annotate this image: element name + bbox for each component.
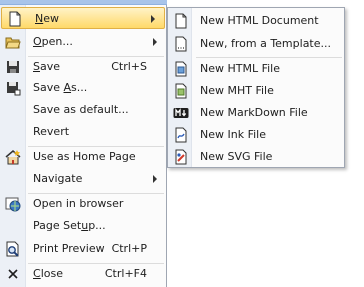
menu-item-print-preview[interactable]: Print Preview Ctrl+P xyxy=(0,238,166,260)
close-x-icon xyxy=(8,269,18,279)
menu-item-open[interactable]: Open... xyxy=(0,31,166,53)
menu-item-page-setup[interactable]: Page Setup... xyxy=(0,215,166,237)
submenu-arrow xyxy=(153,175,157,183)
submenu-arrow xyxy=(153,38,157,46)
ink-file-icon xyxy=(175,127,187,143)
open-folder-icon xyxy=(5,37,21,49)
submenu-item-new-mht-file[interactable]: New MHT File xyxy=(168,80,344,102)
submenu-item-new-from-template[interactable]: New, from a Template... xyxy=(168,33,344,55)
template-page-icon xyxy=(175,36,187,52)
blank-page-icon xyxy=(175,13,187,29)
menu-item-revert[interactable]: Revert xyxy=(0,121,166,143)
save-as-icon xyxy=(7,82,21,96)
mht-file-icon xyxy=(175,83,187,99)
svg-file-icon xyxy=(175,149,187,165)
submenu-item-new-markdown-file[interactable]: New MarkDown File xyxy=(168,102,344,124)
menu-item-new[interactable]: New xyxy=(1,7,165,29)
new-submenu: New HTML Document New, from a Template..… xyxy=(167,7,345,168)
menu-item-save[interactable]: Save Ctrl+S xyxy=(0,56,166,78)
save-disk-icon xyxy=(7,61,19,73)
submenu-arrow xyxy=(151,15,155,23)
home-page-icon xyxy=(5,150,21,165)
submenu-item-new-html-document[interactable]: New HTML Document xyxy=(168,10,344,32)
html-file-icon xyxy=(175,61,187,77)
submenu-item-new-ink-file[interactable]: New Ink File xyxy=(168,124,344,146)
file-menu: New Open... Save Ctrl+S Save As... Save … xyxy=(0,5,167,287)
menu-item-navigate[interactable]: Navigate xyxy=(0,168,166,190)
submenu-item-new-svg-file[interactable]: New SVG File xyxy=(168,146,344,168)
menu-item-open-in-browser[interactable]: Open in browser xyxy=(0,193,166,215)
browser-globe-icon xyxy=(5,197,21,212)
new-document-icon xyxy=(9,11,21,27)
menu-item-save-as[interactable]: Save As... xyxy=(0,77,166,99)
menu-item-use-as-home-page[interactable]: Use as Home Page xyxy=(0,146,166,168)
print-preview-icon xyxy=(6,241,19,257)
menu-item-save-as-default[interactable]: Save as default... xyxy=(0,99,166,121)
submenu-item-new-html-file[interactable]: New HTML File xyxy=(168,58,344,80)
menu-item-close[interactable]: Close Ctrl+F4 xyxy=(0,263,166,285)
markdown-icon xyxy=(173,108,189,118)
